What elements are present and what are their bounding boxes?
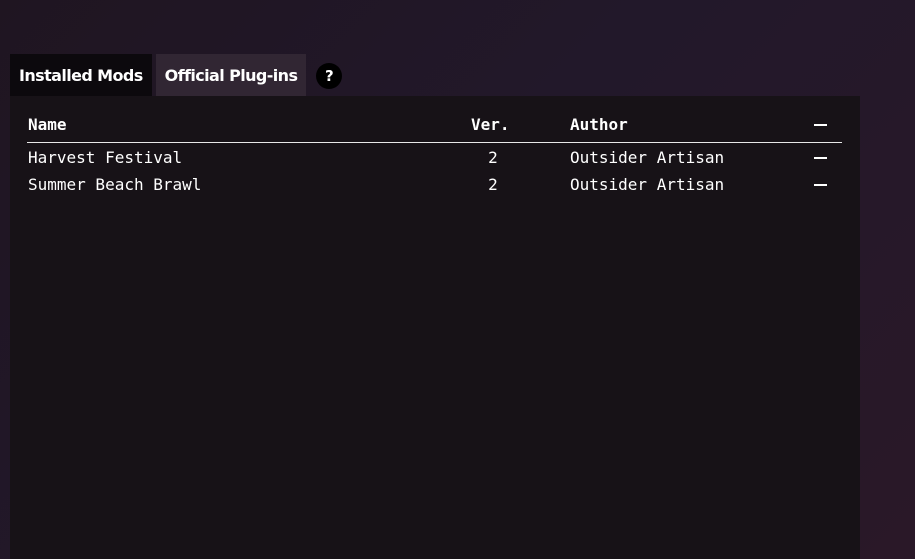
- minus-icon: [814, 183, 827, 186]
- question-mark-icon: ?: [325, 67, 334, 85]
- remove-mod-button[interactable]: [814, 147, 827, 169]
- header-author: Author: [570, 115, 628, 134]
- minus-icon: [814, 123, 827, 126]
- remove-mod-button[interactable]: [814, 174, 827, 196]
- tab-installed-mods[interactable]: Installed Mods: [10, 54, 152, 96]
- table-header: Name Ver. Author: [27, 114, 842, 143]
- help-button[interactable]: ?: [316, 63, 343, 89]
- mod-author: Outsider Artisan: [570, 175, 725, 194]
- mod-author: Outsider Artisan: [570, 148, 725, 167]
- tab-official-plugins-label: Official Plug-ins: [164, 65, 298, 85]
- mod-name: Harvest Festival: [28, 148, 183, 167]
- tab-bar: Installed Mods Official Plug-ins ?: [10, 54, 343, 96]
- mods-panel: Name Ver. Author Harvest Festival 2 Outs…: [10, 96, 860, 559]
- table-row: Harvest Festival 2 Outsider Artisan: [27, 147, 842, 169]
- mod-name: Summer Beach Brawl: [28, 175, 202, 194]
- mod-version: 2: [488, 175, 498, 194]
- minus-icon: [814, 156, 827, 159]
- header-remove-all-button[interactable]: [814, 114, 827, 136]
- header-name: Name: [28, 115, 67, 134]
- mod-version: 2: [488, 148, 498, 167]
- header-version: Ver.: [471, 115, 510, 134]
- table-row: Summer Beach Brawl 2 Outsider Artisan: [27, 174, 842, 196]
- tab-installed-mods-label: Installed Mods: [19, 65, 143, 85]
- tab-official-plugins[interactable]: Official Plug-ins: [155, 54, 307, 96]
